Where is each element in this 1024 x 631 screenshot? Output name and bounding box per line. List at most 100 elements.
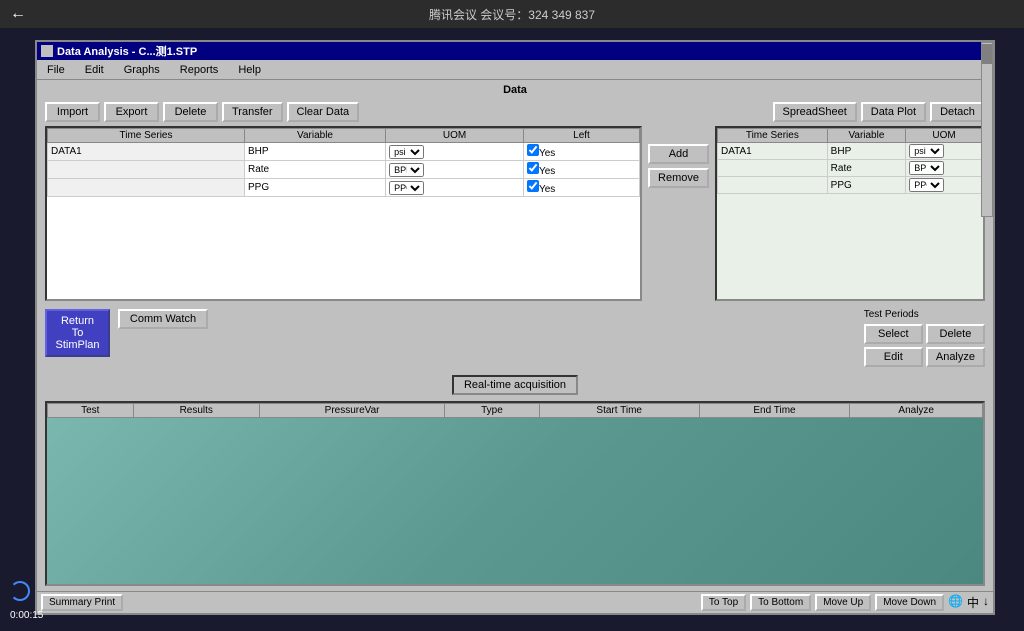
right-table-area: Time Series Variable UOM DATA1 BHP psi [715,126,985,301]
r-cell-var-2: Rate [827,160,906,177]
r-cell-uom-2: BPM [906,160,983,177]
comm-watch-area: Comm Watch [118,309,208,329]
window-icon [41,45,53,57]
r-cell-uom-1: psi [906,143,983,160]
r-col-variable: Variable [827,129,906,143]
r-uom-select-3[interactable]: PPG [909,178,944,192]
select-button[interactable]: Select [864,324,923,344]
analyze-button[interactable]: Analyze [926,347,985,367]
add-button[interactable]: Add [648,144,709,164]
cell-uom-1: psi [386,143,524,161]
r-cell-uom-3: PPG [906,177,983,194]
bt-col-pressurevar: PressureVar [260,404,445,418]
bt-col-results: Results [133,404,260,418]
import-button[interactable]: Import [45,102,100,122]
realtime-section: Real-time acquisition [45,375,985,395]
top-button-row: Import Export Delete Transfer Clear Data… [45,102,985,122]
move-down-button[interactable]: Move Down [875,594,944,611]
return-to-stimplan-button[interactable]: Return To StimPlan [45,309,110,357]
bt-col-analyze: Analyze [850,404,983,418]
detach-button[interactable]: Detach [930,102,985,122]
left-check-3[interactable] [527,180,539,192]
data-section-label: Data [45,84,985,96]
right-scrollbar[interactable] [981,42,993,217]
table-row: DATA1 BHP psi Yes [48,143,640,161]
bt-col-starttime: Start Time [539,404,699,418]
main-window: Data Analysis - C...测1.STP File Edit Gra… [35,40,995,615]
uom-select-2[interactable]: BPM [389,163,424,177]
uom-select-3[interactable]: PPG [389,181,424,195]
comm-watch-button[interactable]: Comm Watch [118,309,208,329]
timer-spinner [10,581,30,601]
delete-button[interactable]: Delete [163,102,218,122]
cell-left-2: Yes [523,161,639,179]
back-button[interactable]: ← [10,5,26,23]
meeting-info: 腾讯会议 会议号：324 349 837 [429,6,595,23]
menu-edit[interactable]: Edit [79,63,110,77]
content-area: Data Import Export Delete Transfer Clear… [37,80,993,590]
transfer-button[interactable]: Transfer [222,102,283,122]
menu-help[interactable]: Help [232,63,267,77]
bt-col-test: Test [48,404,134,418]
left-check-2[interactable] [527,162,539,174]
summary-print-button[interactable]: Summary Print [41,594,123,611]
r-col-time-series: Time Series [718,129,828,143]
realtime-button[interactable]: Real-time acquisition [452,375,578,395]
bottom-right-icons: 🌐 中 ↓ [948,594,989,611]
cell-variable-1: BHP [245,143,386,161]
remove-button[interactable]: Remove [648,168,709,188]
return-line3: StimPlan [55,339,99,351]
col-variable: Variable [245,129,386,143]
r-uom-select-2[interactable]: BPM [909,161,944,175]
icon-chinese: 中 [967,594,979,611]
left-data-table: Time Series Variable UOM Left DATA1 BHP … [47,128,640,197]
icon-arrow: ↓ [983,594,989,611]
return-line1: Return [61,315,94,327]
timer-text: 0:00:15 [10,610,43,621]
r-cell-var-3: PPG [827,177,906,194]
bottom-table-area: Test Results PressureVar Type Start Time… [45,401,985,586]
cell-left-1: Yes [523,143,639,161]
window-title-bar: Data Analysis - C...测1.STP [37,42,993,60]
data-plot-button[interactable]: Data Plot [861,102,926,122]
table-row: PPG PPG [718,177,983,194]
left-check-1[interactable] [527,144,539,156]
add-remove-col: Add Remove [648,126,709,188]
cell-time-series-3 [48,179,245,197]
uom-select-1[interactable]: psi [389,145,424,159]
top-bar: 腾讯会议 会议号：324 349 837 [0,0,1024,28]
window-title: Data Analysis - C...测1.STP [57,43,197,59]
r-cell-var-1: BHP [827,143,906,160]
cell-time-series-2 [48,161,245,179]
r-col-uom: UOM [906,129,983,143]
test-periods-area: Test Periods Select Delete Edit Analyze [864,309,985,367]
tp-delete-button[interactable]: Delete [926,324,985,344]
tables-area: Time Series Variable UOM Left DATA1 BHP … [45,126,985,301]
cell-time-series-1: DATA1 [48,143,245,161]
bottom-data-table: Test Results PressureVar Type Start Time… [47,403,983,418]
cell-uom-3: PPG [386,179,524,197]
r-cell-ts-3 [718,177,828,194]
clear-data-button[interactable]: Clear Data [287,102,360,122]
icon-globe: 🌐 [948,594,963,611]
edit-button[interactable]: Edit [864,347,923,367]
to-top-button[interactable]: To Top [701,594,746,611]
r-cell-ts-2 [718,160,828,177]
spreadsheet-button[interactable]: SpreadSheet [773,102,857,122]
r-uom-select-1[interactable]: psi [909,144,944,158]
to-bottom-button[interactable]: To Bottom [750,594,811,611]
table-row: PPG PPG Yes [48,179,640,197]
cell-uom-2: BPM [386,161,524,179]
left-table-area: Time Series Variable UOM Left DATA1 BHP … [45,126,642,301]
table-row: DATA1 BHP psi [718,143,983,160]
bottom-controls: Return To StimPlan Comm Watch Test Perio… [45,309,985,367]
col-uom: UOM [386,129,524,143]
move-up-button[interactable]: Move Up [815,594,871,611]
menu-graphs[interactable]: Graphs [118,63,166,77]
test-periods-label: Test Periods [864,309,919,320]
menu-reports[interactable]: Reports [174,63,225,77]
export-button[interactable]: Export [104,102,159,122]
table-row: Rate BPM [718,160,983,177]
bt-col-type: Type [445,404,540,418]
menu-file[interactable]: File [41,63,71,77]
